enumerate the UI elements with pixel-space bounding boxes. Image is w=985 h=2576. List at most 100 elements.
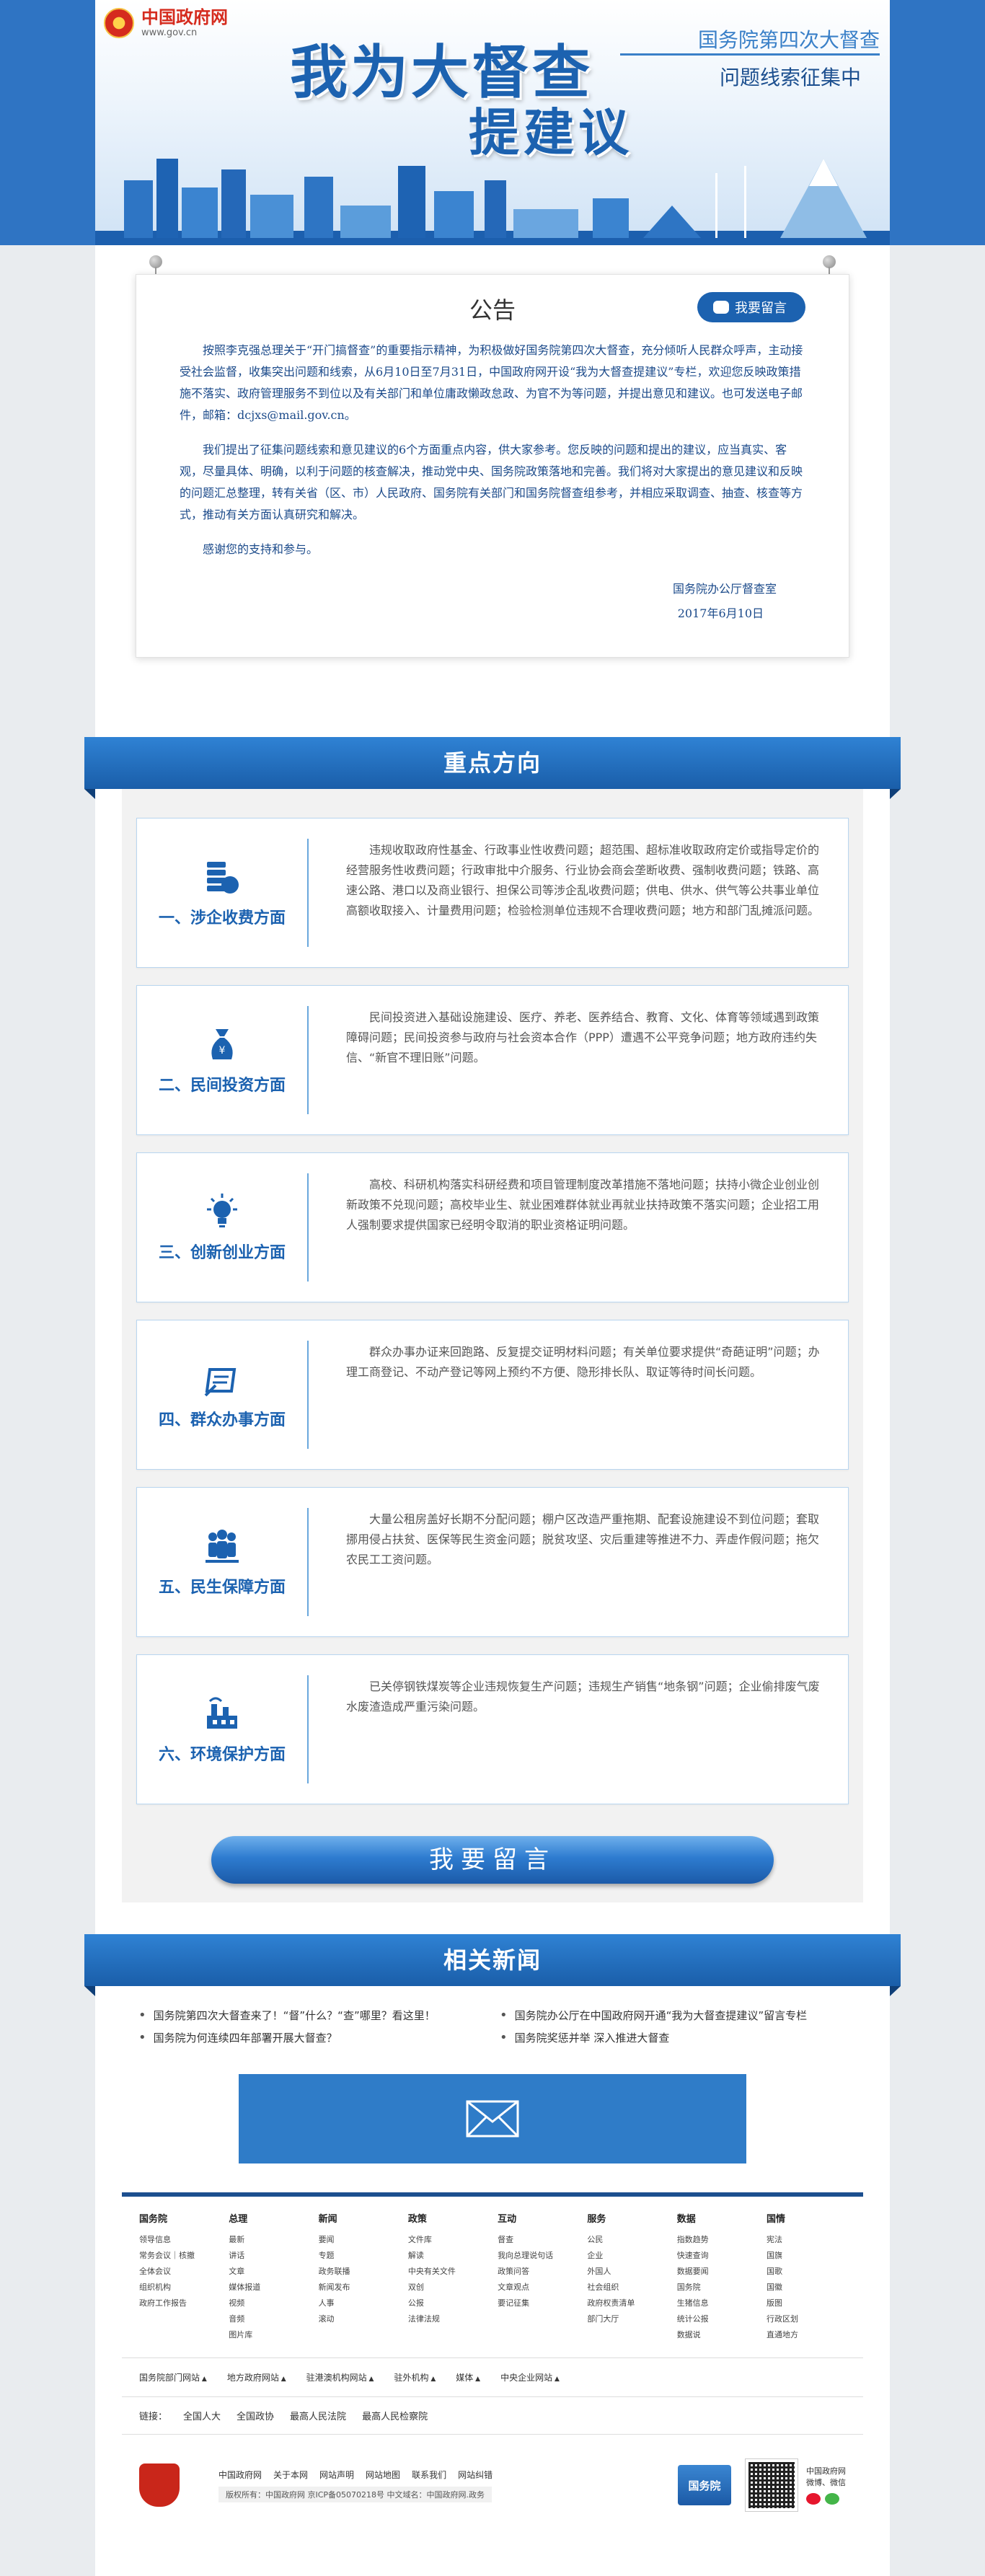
footer-column: 总理 最新 讲话 文章 媒体报道 视频 音频 图片库 [229, 2211, 308, 2343]
lightbulb-icon [207, 1194, 237, 1227]
footer-bottom-link[interactable]: 中国政府网 [218, 2469, 262, 2481]
footer-link[interactable]: 文件库 [408, 2232, 487, 2248]
footer-link[interactable]: 新闻发布 [319, 2280, 398, 2295]
focus-card: 一、涉企收费方面 违规收取政府性基金、行政事业性收费问题；超范围、超标准收取政府… [136, 818, 849, 968]
footer-link[interactable]: 统计公报 [677, 2311, 756, 2327]
footer-link[interactable]: 国歌 [767, 2264, 846, 2280]
footer-link[interactable]: 政府权责清单 [587, 2295, 666, 2311]
footer-link[interactable]: 数据说 [677, 2327, 756, 2343]
wechat-icon[interactable] [825, 2493, 839, 2505]
news-link[interactable]: 国务院办公厅在中国政府网开通“我为大督查提建议”留言专栏 [500, 2008, 847, 2023]
site-group-dropdown[interactable]: 中央企业网站 [500, 2371, 560, 2383]
leave-message-cta-button[interactable]: 我要留言 [211, 1836, 774, 1884]
state-council-app-badge[interactable]: 国务院 [678, 2465, 731, 2505]
footer-link[interactable]: 外国人 [587, 2264, 666, 2280]
footer-link[interactable]: 督查 [498, 2232, 577, 2248]
footer-link[interactable]: 快速查询 [677, 2248, 756, 2264]
footer-link[interactable]: 版图 [767, 2295, 846, 2311]
footer-link[interactable]: 要闻 [319, 2232, 398, 2248]
email-banner-button[interactable] [239, 2074, 746, 2163]
footer-column-heading[interactable]: 服务 [587, 2211, 666, 2225]
footer-column-heading[interactable]: 互动 [498, 2211, 577, 2225]
leave-message-label: 我要留言 [735, 301, 787, 316]
footer-link[interactable]: 我向总理说句话 [498, 2248, 577, 2264]
footer-link[interactable]: 人事 [319, 2295, 398, 2311]
site-group-dropdown[interactable]: 媒体 [456, 2371, 480, 2383]
footer-link[interactable]: 政策问答 [498, 2264, 577, 2280]
notice-paragraph: 按照李克强总理关于“开门搞督查”的重要指示精神，为积极做好国务院第四次大督查，充… [180, 343, 803, 422]
focus-card-text: 违规收取政府性基金、行政事业性收费问题；超范围、超标准收取政府定价或指导定价的经… [346, 843, 820, 917]
footer-column-heading[interactable]: 新闻 [319, 2211, 398, 2225]
footer-link[interactable]: 视频 [229, 2295, 308, 2311]
social-icons [806, 2493, 846, 2505]
footer-column-heading[interactable]: 国务院 [139, 2211, 218, 2225]
footer-link[interactable]: 生猪信息 [677, 2295, 756, 2311]
site-group-dropdown[interactable]: 驻港澳机构网站 [306, 2371, 374, 2383]
footer-link[interactable]: 直通地方 [767, 2327, 846, 2343]
external-link[interactable]: 最高人民法院 [290, 2409, 346, 2422]
footer-link[interactable]: 行政区划 [767, 2311, 846, 2327]
footer-bottom-link[interactable]: 网站声明 [319, 2469, 354, 2481]
footer-link[interactable]: 媒体报道 [229, 2280, 308, 2295]
notice-paragraph: 我们提出了征集问题线索和意见建议的6个方面重点内容，供大家参考。您反映的问题和提… [180, 443, 803, 521]
footer-link[interactable]: 政务联播 [319, 2264, 398, 2280]
footer-link[interactable]: 要记征集 [498, 2295, 577, 2311]
national-emblem-icon [104, 7, 134, 38]
external-link[interactable]: 全国政协 [237, 2409, 274, 2422]
links-label: 链接： [139, 2412, 168, 2422]
footer-link[interactable]: 文章 [229, 2264, 308, 2280]
footer-link[interactable]: 双创 [408, 2280, 487, 2295]
leave-message-button[interactable]: 我要留言 [697, 292, 805, 322]
footer-bottom-link[interactable]: 联系我们 [412, 2469, 446, 2481]
notice-signature: 国务院办公厅督查室 [672, 582, 777, 596]
focus-card: 五、民生保障方面 大量公租房盖好长期不分配问题；棚户区改造严重拖期、配套设施建设… [136, 1487, 849, 1637]
footer-link[interactable]: 最新 [229, 2232, 308, 2248]
footer-bottom-link[interactable]: 关于本网 [273, 2469, 308, 2481]
external-link[interactable]: 全国人大 [183, 2409, 221, 2422]
footer-bottom-link[interactable]: 网站地图 [366, 2469, 400, 2481]
footer-column-heading[interactable]: 总理 [229, 2211, 308, 2225]
footer-link[interactable]: 国徽 [767, 2280, 846, 2295]
footer-link[interactable]: 滚动 [319, 2311, 398, 2327]
footer-bottom-link[interactable]: 网站纠错 [458, 2469, 492, 2481]
footer-column-heading[interactable]: 国情 [767, 2211, 846, 2225]
site-logo[interactable]: 中国政府网 www.gov.cn [104, 7, 228, 38]
footer-nav: 国务院 领导信息 常务会议｜核撤 全体会议 组织机构 政府工作报告 总理 最新 … [122, 2211, 863, 2357]
news-link[interactable]: 国务院第四次大督查来了！“督”什么？“查”哪里？看这里！ [138, 2008, 485, 2023]
site-group-dropdown[interactable]: 国务院部门网站 [139, 2371, 207, 2383]
footer-link[interactable]: 部门大厅 [587, 2311, 666, 2327]
banner-divider [620, 53, 880, 56]
footer-link[interactable]: 宪法 [767, 2232, 846, 2248]
footer-link[interactable]: 指数趋势 [677, 2232, 756, 2248]
footer-link[interactable]: 中央有关文件 [408, 2264, 487, 2280]
notice-card: 公告 我要留言 按照李克强总理关于“开门搞督查”的重要指示精神，为积极做好国务院… [136, 274, 849, 658]
weibo-icon[interactable] [806, 2493, 821, 2505]
footer-link[interactable]: 社会组织 [587, 2280, 666, 2295]
footer-link[interactable]: 全体会议 [139, 2264, 218, 2280]
footer-column-heading[interactable]: 政策 [408, 2211, 487, 2225]
footer-link[interactable]: 企业 [587, 2248, 666, 2264]
site-name-cn: 中国政府网 [141, 7, 228, 27]
footer-link[interactable]: 专题 [319, 2248, 398, 2264]
footer-link[interactable]: 解读 [408, 2248, 487, 2264]
footer-link[interactable]: 国务院 [677, 2280, 756, 2295]
news-link[interactable]: 国务院奖惩并举 深入推进大督查 [500, 2030, 847, 2045]
external-link[interactable]: 最高人民检察院 [362, 2409, 428, 2422]
footer-link[interactable]: 公民 [587, 2232, 666, 2248]
footer-link[interactable]: 组织机构 [139, 2280, 218, 2295]
footer-link[interactable]: 文章观点 [498, 2280, 577, 2295]
footer-link[interactable]: 政府工作报告 [139, 2295, 218, 2311]
footer-column-heading[interactable]: 数据 [677, 2211, 756, 2225]
footer-link[interactable]: 讲话 [229, 2248, 308, 2264]
news-link[interactable]: 国务院为何连续四年部署开展大督查？ [138, 2030, 485, 2045]
footer-link[interactable]: 公报 [408, 2295, 487, 2311]
footer-link[interactable]: 领导信息 [139, 2232, 218, 2248]
footer-link[interactable]: 常务会议｜核撤 [139, 2248, 218, 2264]
footer-link[interactable]: 法律法规 [408, 2311, 487, 2327]
footer-link[interactable]: 国旗 [767, 2248, 846, 2264]
footer-link[interactable]: 图片库 [229, 2327, 308, 2343]
footer-link[interactable]: 数据要闻 [677, 2264, 756, 2280]
site-group-dropdown[interactable]: 驻外机构 [394, 2371, 436, 2383]
site-group-dropdown[interactable]: 地方政府网站 [227, 2371, 286, 2383]
footer-link[interactable]: 音频 [229, 2311, 308, 2327]
